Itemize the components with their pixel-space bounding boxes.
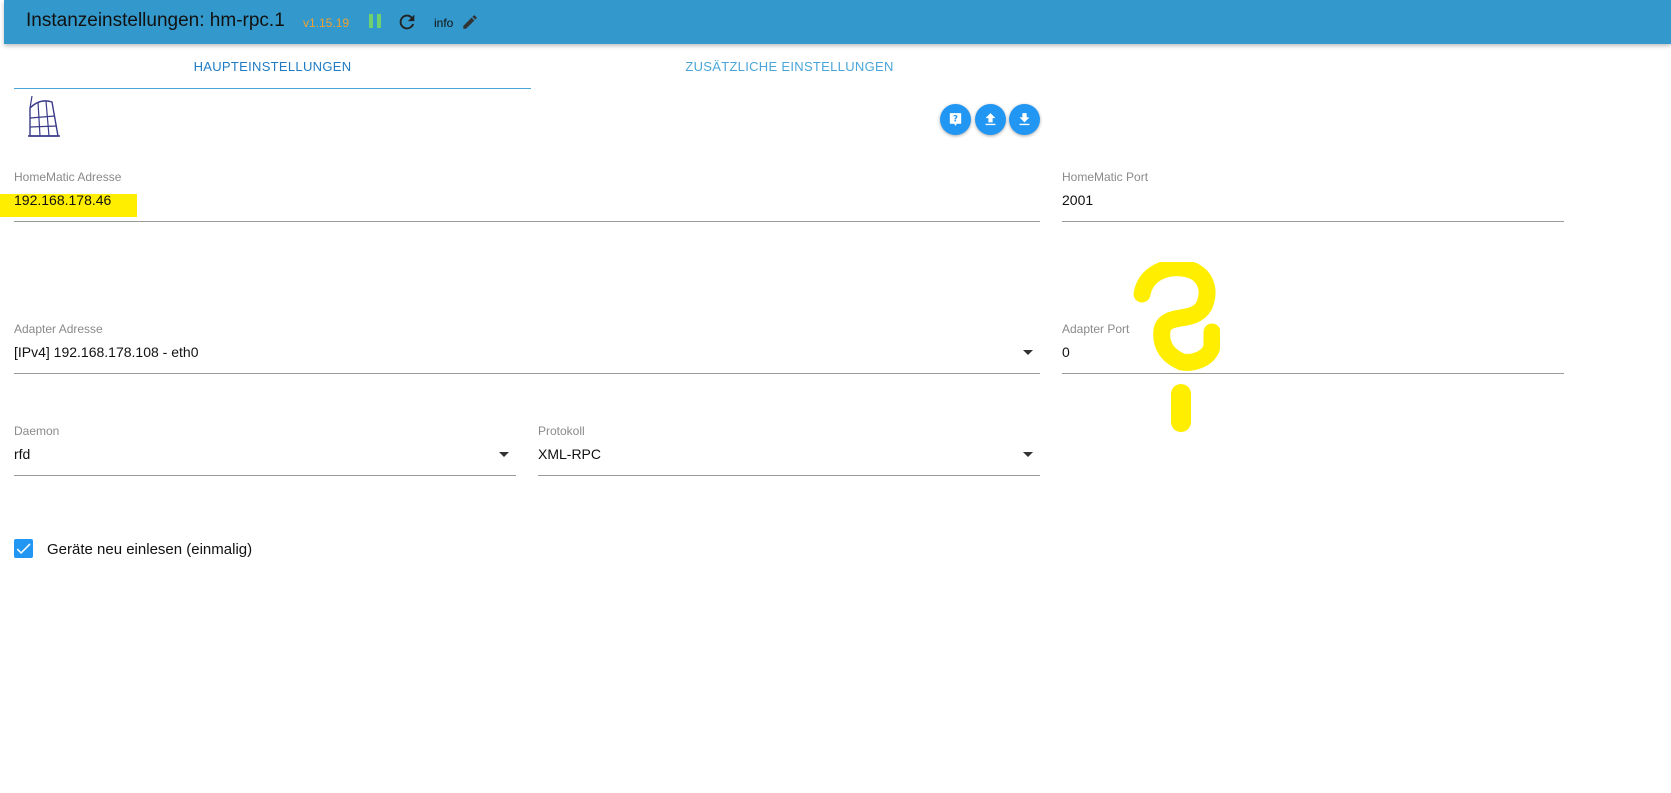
homematic-port-label: HomeMatic Port [1062, 170, 1149, 184]
page-title: Instanzeinstellungen: hm-rpc.1 [26, 10, 285, 31]
homematic-port-input[interactable]: 2001 [1062, 192, 1093, 208]
adapter-port-label: Adapter Port [1062, 322, 1130, 336]
homematic-logo [24, 95, 64, 144]
field-underline [14, 373, 1040, 374]
reread-devices-label: Geräte neu einlesen (einmalig) [47, 541, 253, 558]
chevron-down-icon[interactable] [1023, 350, 1033, 355]
field-underline [1062, 221, 1564, 222]
adapter-address-label: Adapter Adresse [14, 322, 103, 336]
checkmark-icon [16, 543, 31, 555]
adapter-address-value[interactable]: [IPv4] 192.168.178.108 - eth0 [14, 344, 198, 360]
field-underline [14, 221, 1040, 222]
title-bar: Instanzeinstellungen: hm-rpc.1 v1.15.19 … [4, 0, 1671, 44]
download-icon [1019, 113, 1030, 126]
homematic-address-input[interactable]: 192.168.178.46 [14, 192, 111, 208]
daemon-label: Daemon [14, 424, 60, 438]
field-underline [538, 475, 1040, 476]
question-mark-annotation [1133, 262, 1220, 432]
edit-icon[interactable] [461, 13, 479, 31]
homematic-address-label: HomeMatic Adresse [14, 170, 122, 184]
help-icon: ? [949, 113, 962, 126]
field-underline [14, 475, 516, 476]
tab-additional-settings[interactable]: ZUSÄTZLICHE EINSTELLUNGEN [531, 46, 1048, 88]
upload-button[interactable] [975, 104, 1006, 135]
daemon-value[interactable]: rfd [14, 446, 30, 462]
chevron-down-icon[interactable] [499, 452, 509, 457]
chevron-down-icon[interactable] [1023, 452, 1033, 457]
pause-icon[interactable] [369, 14, 383, 30]
svg-text:?: ? [953, 115, 958, 125]
reload-icon[interactable] [396, 11, 418, 33]
download-button[interactable] [1009, 104, 1040, 135]
reread-devices-checkbox[interactable] [14, 539, 33, 558]
version-badge: v1.15.19 [303, 16, 350, 30]
adapter-port-input[interactable]: 0 [1062, 344, 1070, 360]
upload-icon [985, 113, 996, 126]
protocol-label: Protokoll [538, 424, 585, 438]
help-button[interactable]: ? [940, 104, 971, 135]
protocol-value[interactable]: XML-RPC [538, 446, 601, 462]
tab-main-settings[interactable]: HAUPTEINSTELLUNGEN [14, 46, 531, 89]
info-label: info [434, 16, 454, 30]
